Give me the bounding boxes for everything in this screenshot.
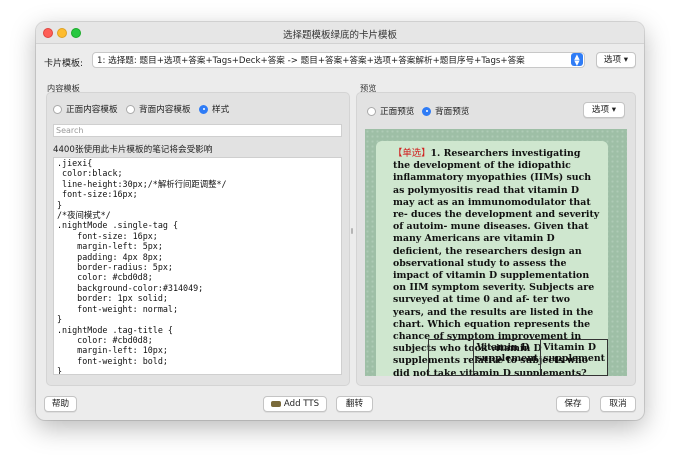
- window-title: 选择题模板绿底的卡片模板: [282, 30, 397, 41]
- radio-front-template[interactable]: 正面内容模板: [53, 103, 118, 115]
- radio-button[interactable]: [126, 104, 135, 114]
- data-table: Vitamin D supplement Vitamin D supplemen…: [427, 339, 608, 376]
- radio-button-selected[interactable]: [199, 104, 208, 114]
- table-header-cell: [427, 339, 475, 376]
- cancel-button[interactable]: 取消: [600, 396, 636, 412]
- help-button[interactable]: 帮助: [44, 396, 77, 412]
- radio-button[interactable]: [367, 106, 376, 116]
- table-row: Vitamin D supplement Vitamin D supplemen…: [427, 339, 608, 376]
- table-header-cell: Vitamin D supplement: [473, 339, 542, 376]
- radio-back-template[interactable]: 背面内容模板: [126, 103, 191, 115]
- preview-options-button[interactable]: 选项 ▾: [583, 102, 625, 118]
- radio-button[interactable]: [53, 104, 62, 114]
- card-preview[interactable]: 【单选】1. Researchers investigating the dev…: [365, 129, 627, 376]
- add-tts-button[interactable]: Add TTS: [263, 396, 327, 412]
- radio-label: 样式: [212, 105, 230, 115]
- card-template-label: 卡片模板:: [44, 59, 84, 69]
- radio-label: 背面内容模板: [139, 105, 191, 115]
- table-header-cell: Vitamin D supplement: [540, 339, 608, 376]
- card-template-select[interactable]: 1: 选择题: 题目+选项+答案+Tags+Deck+答案 -> 题目+答案+答…: [92, 52, 585, 68]
- speaker-icon: [270, 400, 281, 407]
- radio-back-preview[interactable]: 背面预览: [422, 105, 469, 117]
- css-editor[interactable]: .jiexi{ color:black; line-height:30px;/*…: [53, 157, 342, 375]
- radio-front-preview[interactable]: 正面预览: [367, 105, 414, 117]
- card-template-selected-value: 1: 选择题: 题目+选项+答案+Tags+Deck+答案 -> 题目+答案+答…: [97, 56, 525, 66]
- card-content: 【单选】1. Researchers investigating the dev…: [376, 141, 608, 376]
- template-options-button[interactable]: 选项 ▾: [596, 52, 636, 68]
- radio-label: 正面预览: [380, 107, 415, 117]
- question-type-tag: 【单选】: [393, 148, 431, 159]
- card-template-window: 选择题模板绿底的卡片模板 卡片模板: 1: 选择题: 题目+选项+答案+Tags…: [36, 22, 644, 420]
- splitter-handle[interactable]: [351, 228, 353, 234]
- radio-label: 背面预览: [435, 107, 470, 117]
- radio-styling[interactable]: 样式: [199, 103, 229, 115]
- radio-label: 正面内容模板: [66, 105, 118, 115]
- save-button[interactable]: 保存: [556, 396, 590, 412]
- chevron-updown-icon[interactable]: ▲ ▼: [571, 53, 583, 67]
- add-tts-label: Add TTS: [283, 399, 320, 409]
- search-input[interactable]: Search: [53, 124, 342, 137]
- radio-button-selected[interactable]: [422, 106, 431, 116]
- usage-note: 4400张使用此卡片模板的笔记将会受影响: [53, 145, 213, 155]
- flip-button[interactable]: 翻转: [336, 396, 373, 412]
- title-bar: 选择题模板绿底的卡片模板: [36, 22, 644, 44]
